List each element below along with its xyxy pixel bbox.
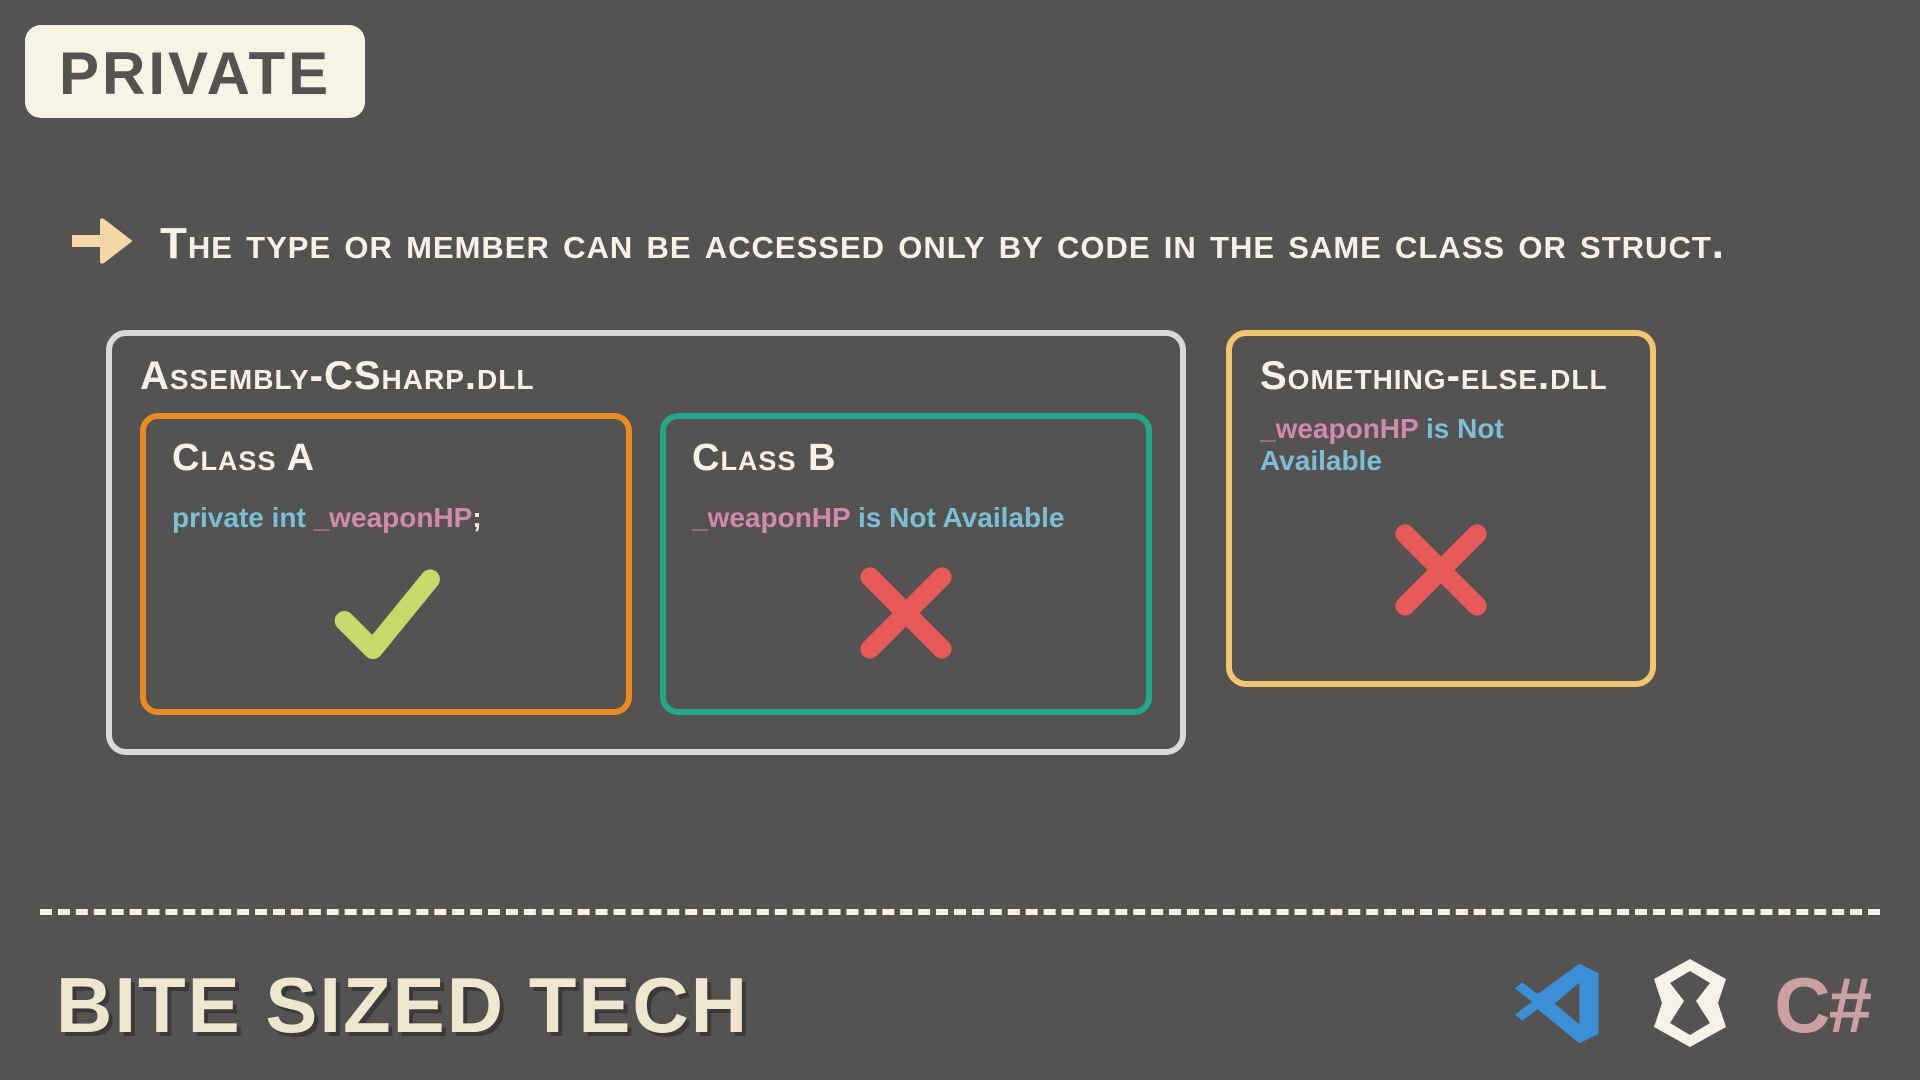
footer-icons: C# xyxy=(1511,953,1870,1058)
cross-icon xyxy=(1381,510,1501,635)
arrow-right-icon xyxy=(70,215,134,272)
keyword-int: int xyxy=(272,502,306,533)
variable-weaponhp: _weaponHP xyxy=(314,502,473,533)
diagram-area: Assembly-CSharp.dll Class A private int … xyxy=(106,330,1860,755)
assembly-other-title: Something-else.dll xyxy=(1260,354,1622,399)
other-status xyxy=(1260,491,1622,653)
cross-icon xyxy=(846,553,966,678)
description-row: The type or member can be accessed only … xyxy=(70,215,1880,272)
class-b-box: Class B _weaponHP is Not Available xyxy=(660,413,1152,715)
class-row: Class A private int _weaponHP; xyxy=(140,413,1152,715)
unity-icon xyxy=(1640,953,1740,1058)
checkmark-icon xyxy=(321,548,451,683)
class-b-msg: _weaponHP is Not Available xyxy=(692,502,1120,534)
class-a-title: Class A xyxy=(172,437,600,480)
brand-text: BITE SIZED TECH xyxy=(56,960,749,1051)
class-a-status xyxy=(172,548,600,683)
class-b-title: Class B xyxy=(692,437,1120,480)
variable-weaponhp: _weaponHP xyxy=(1260,413,1418,444)
semicolon: ; xyxy=(472,502,481,533)
variable-weaponhp: _weaponHP xyxy=(692,502,850,533)
footer: BITE SIZED TECH C# xyxy=(56,953,1870,1058)
class-b-status xyxy=(692,548,1120,683)
class-a-code: private int _weaponHP; xyxy=(172,502,600,534)
assembly-main-title: Assembly-CSharp.dll xyxy=(140,354,1152,399)
title-badge: PRIVATE xyxy=(25,25,365,118)
divider-line xyxy=(40,909,1880,915)
other-msg: _weaponHP is Not Available xyxy=(1260,413,1622,477)
description-text: The type or member can be accessed only … xyxy=(160,219,1725,269)
assembly-other-box: Something-else.dll _weaponHP is Not Avai… xyxy=(1226,330,1656,687)
assembly-main-box: Assembly-CSharp.dll Class A private int … xyxy=(106,330,1186,755)
not-available-text: is Not Available xyxy=(850,502,1064,533)
keyword-private: private xyxy=(172,502,264,533)
class-a-box: Class A private int _weaponHP; xyxy=(140,413,632,715)
csharp-icon: C# xyxy=(1774,960,1870,1051)
vscode-icon xyxy=(1511,956,1606,1056)
